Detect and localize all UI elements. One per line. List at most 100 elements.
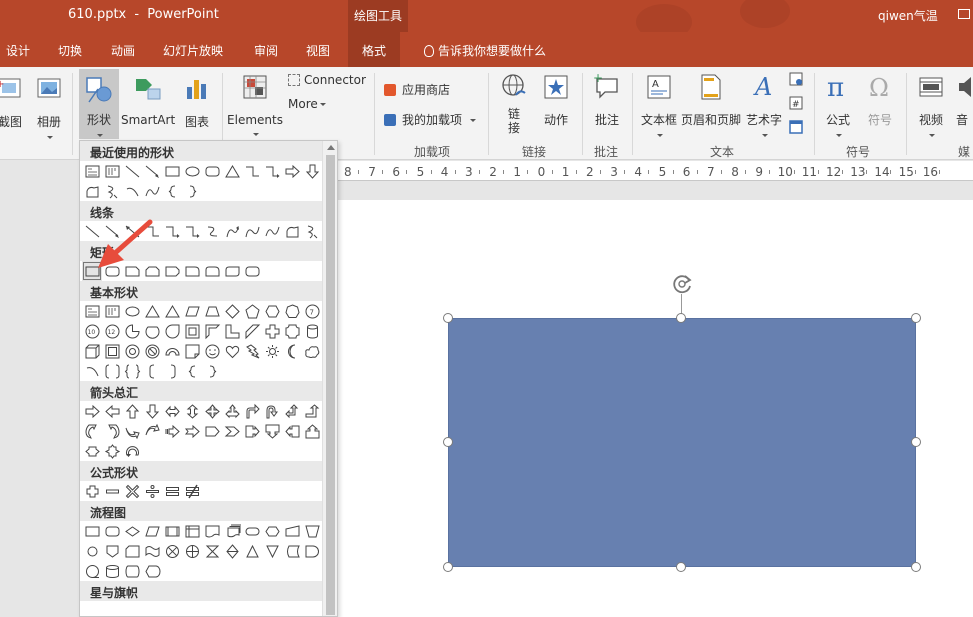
- line-shape-icon[interactable]: [122, 161, 142, 181]
- plaque-shape-icon[interactable]: [282, 321, 302, 341]
- fcollate-shape-icon[interactable]: [202, 541, 222, 561]
- fdelay-shape-icon[interactable]: [302, 541, 322, 561]
- arrowline-shape-icon[interactable]: [142, 161, 162, 181]
- chevron-shape-icon[interactable]: [222, 421, 242, 441]
- fmultidoc-shape-icon[interactable]: [222, 521, 242, 541]
- fsort-shape-icon[interactable]: [222, 541, 242, 561]
- rrect-shape-icon[interactable]: [202, 161, 222, 181]
- fconn-shape-icon[interactable]: [82, 541, 102, 561]
- fdirect-shape-icon[interactable]: [122, 561, 142, 581]
- c10-shape-icon[interactable]: 10: [82, 321, 102, 341]
- meq-shape-icon[interactable]: [162, 481, 182, 501]
- scribble-shape-icon[interactable]: [102, 181, 122, 201]
- para-shape-icon[interactable]: [182, 301, 202, 321]
- scroll-up-icon[interactable]: [327, 145, 335, 150]
- bevel-shape-icon[interactable]: [102, 341, 122, 361]
- snip3-shape-icon[interactable]: [162, 261, 182, 281]
- elbow-shape-icon[interactable]: [242, 161, 262, 181]
- tab-format[interactable]: 格式: [348, 32, 401, 67]
- smile-shape-icon[interactable]: [202, 341, 222, 361]
- user-name[interactable]: qiwen气温: [878, 7, 938, 24]
- mminus-shape-icon[interactable]: [102, 481, 122, 501]
- resize-handle-bottom-right[interactable]: [911, 562, 921, 572]
- darrow-shape-icon[interactable]: [142, 401, 162, 421]
- mdiv-shape-icon[interactable]: [142, 481, 162, 501]
- ftape-shape-icon[interactable]: [142, 541, 162, 561]
- quadcallout-shape-icon[interactable]: [102, 441, 122, 461]
- plus-shape-icon[interactable]: [262, 321, 282, 341]
- rnd1-shape-icon[interactable]: [182, 261, 202, 281]
- udarrow-shape-icon[interactable]: [182, 401, 202, 421]
- lshape-shape-icon[interactable]: [222, 321, 242, 341]
- frame-shape-icon[interactable]: [182, 321, 202, 341]
- heart-shape-icon[interactable]: [222, 341, 242, 361]
- sun-shape-icon[interactable]: [262, 341, 282, 361]
- pent-shape-icon[interactable]: [242, 301, 262, 321]
- tab-view[interactable]: 视图: [306, 42, 330, 59]
- rnd2-shape-icon[interactable]: [202, 261, 222, 281]
- curvr-shape-icon[interactable]: [82, 421, 102, 441]
- fmerge-shape-icon[interactable]: [262, 541, 282, 561]
- elements-button[interactable]: Elements: [226, 73, 284, 141]
- hex-shape-icon[interactable]: [262, 301, 282, 321]
- hept-shape-icon[interactable]: [282, 301, 302, 321]
- chart-button[interactable]: 图表: [180, 75, 214, 130]
- video-button[interactable]: 视频: [912, 73, 950, 142]
- bentarrow-shape-icon[interactable]: [242, 401, 262, 421]
- elbowa-shape-icon[interactable]: [182, 221, 202, 241]
- tear-shape-icon[interactable]: [162, 321, 182, 341]
- fprep-shape-icon[interactable]: [262, 521, 282, 541]
- scribble-shape-icon[interactable]: [302, 221, 322, 241]
- elbowa-shape-icon[interactable]: [262, 161, 282, 181]
- fextract-shape-icon[interactable]: [242, 541, 262, 561]
- foffpage-shape-icon[interactable]: [102, 541, 122, 561]
- resize-handle-bottom[interactable]: [676, 562, 686, 572]
- tbox-shape-icon[interactable]: [82, 161, 102, 181]
- resize-handle-top-right[interactable]: [911, 313, 921, 323]
- c12-shape-icon[interactable]: 12: [102, 321, 122, 341]
- rbracket-shape-icon[interactable]: [162, 361, 182, 381]
- wave-shape-icon[interactable]: [142, 181, 162, 201]
- lupa-shape-icon[interactable]: [282, 401, 302, 421]
- zig-shape-icon[interactable]: [202, 221, 222, 241]
- mneq-shape-icon[interactable]: [182, 481, 202, 501]
- dblbrace-shape-icon[interactable]: [122, 361, 142, 381]
- dcallout-shape-icon[interactable]: [262, 421, 282, 441]
- fstored-shape-icon[interactable]: [282, 541, 302, 561]
- rarrow-shape-icon[interactable]: [82, 401, 102, 421]
- for-shape-icon[interactable]: [182, 541, 202, 561]
- circarrow-shape-icon[interactable]: [122, 441, 142, 461]
- rect-shape-icon[interactable]: [162, 161, 182, 181]
- noSym-shape-icon[interactable]: [142, 341, 162, 361]
- slide-thumbnail-pane[interactable]: [0, 161, 80, 617]
- photo-album-button[interactable]: 相册: [32, 75, 66, 144]
- lcallout-shape-icon[interactable]: [282, 421, 302, 441]
- arc-shape-icon[interactable]: [122, 181, 142, 201]
- notched-shape-icon[interactable]: [182, 421, 202, 441]
- vtbox-shape-icon[interactable]: [102, 301, 122, 321]
- action-button[interactable]: 动作: [538, 73, 574, 128]
- oval-shape-icon[interactable]: [122, 301, 142, 321]
- freeform-shape-icon[interactable]: [82, 181, 102, 201]
- rect-shape-icon[interactable]: [82, 521, 102, 541]
- pie-shape-icon[interactable]: [122, 321, 142, 341]
- oval-shape-icon[interactable]: [182, 161, 202, 181]
- fmanop-shape-icon[interactable]: [302, 521, 322, 541]
- restore-window-icon[interactable]: [958, 9, 970, 19]
- rotate-handle-icon[interactable]: [671, 272, 695, 296]
- bentup-shape-icon[interactable]: [302, 401, 322, 421]
- fcard-shape-icon[interactable]: [122, 541, 142, 561]
- uturn-shape-icon[interactable]: [262, 401, 282, 421]
- rbrace-shape-icon[interactable]: [202, 361, 222, 381]
- rnd3-shape-icon[interactable]: [222, 261, 242, 281]
- object-button[interactable]: [788, 119, 804, 138]
- rarrow-shape-icon[interactable]: [282, 161, 302, 181]
- textbox-button[interactable]: A 文本框: [638, 73, 680, 142]
- moon-shape-icon[interactable]: [282, 341, 302, 361]
- uarrow-shape-icon[interactable]: [122, 401, 142, 421]
- arcsh-shape-icon[interactable]: [82, 361, 102, 381]
- fdisplay-shape-icon[interactable]: [142, 561, 162, 581]
- more-button[interactable]: More: [288, 97, 326, 111]
- selected-rectangle-shape[interactable]: [448, 318, 916, 567]
- scroll-thumb[interactable]: [326, 155, 335, 615]
